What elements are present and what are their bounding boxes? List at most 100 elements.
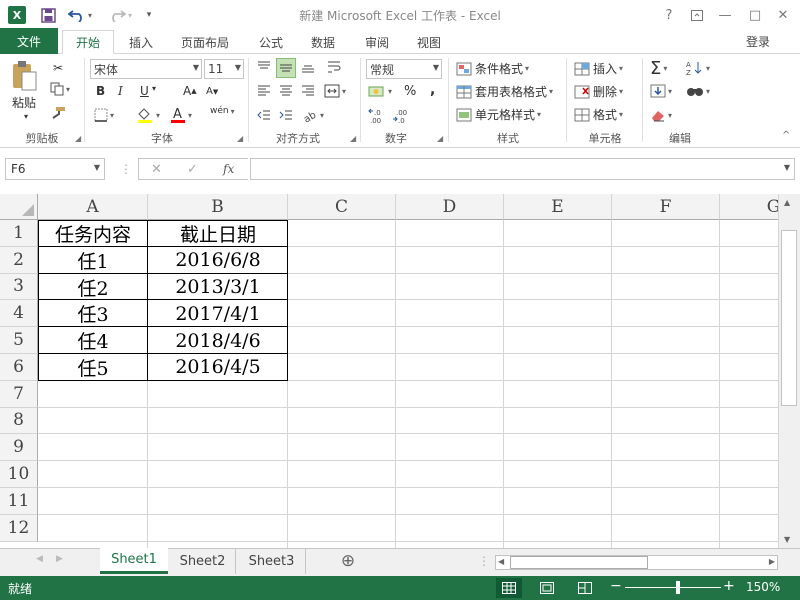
zoom-in-button[interactable]: +: [723, 578, 735, 594]
column-header-g[interactable]: G: [720, 194, 778, 220]
sheet-tab-sheet1[interactable]: Sheet1: [100, 548, 168, 574]
worksheet-grid[interactable]: A B C D E F G 1 2 3 4 5 6 7 8 9 10 11 12 任务内容 截止日期 任1 2016/6/8…: [0, 194, 778, 548]
conditional-formatting-button[interactable]: 条件格式 ▾: [456, 60, 529, 77]
fill-color-icon[interactable]: ▾: [136, 106, 160, 124]
zoom-slider-thumb[interactable]: [676, 581, 680, 594]
minimize-button[interactable]: —: [713, 4, 737, 26]
delete-cells-button[interactable]: 删除 ▾: [574, 83, 623, 100]
paste-icon[interactable]: [10, 60, 42, 92]
save-icon[interactable]: [38, 5, 58, 25]
column-header-b[interactable]: B: [148, 194, 288, 220]
name-box[interactable]: F6 ▼: [5, 158, 105, 180]
ribbon-display-icon[interactable]: [685, 4, 709, 26]
tab-formulas[interactable]: 公式: [250, 31, 292, 53]
clear-icon[interactable]: ▾: [650, 108, 672, 122]
underline-dropdown-icon[interactable]: ▾: [152, 84, 156, 93]
sort-filter-icon[interactable]: A Z ▾: [686, 60, 710, 76]
cell-a2[interactable]: 任1: [38, 247, 148, 274]
comma-button[interactable]: ,: [430, 82, 435, 98]
tab-file[interactable]: 文件: [0, 28, 58, 54]
cell-b6[interactable]: 2016/4/5: [148, 354, 288, 381]
format-cells-button[interactable]: 格式 ▾: [574, 106, 623, 123]
help-button[interactable]: ?: [657, 4, 681, 26]
fill-icon[interactable]: ▾: [650, 84, 672, 98]
name-box-dropdown-icon[interactable]: ▼: [94, 163, 100, 172]
align-top-icon[interactable]: [256, 60, 272, 74]
tab-insert[interactable]: 插入: [120, 31, 162, 53]
grow-font-button[interactable]: A ▲: [183, 84, 197, 98]
login-link[interactable]: 登录: [746, 33, 770, 50]
cell-a5[interactable]: 任4: [38, 327, 148, 354]
row-header-3[interactable]: 3: [0, 273, 38, 301]
border-icon[interactable]: ▾: [94, 108, 114, 122]
scroll-up-icon[interactable]: ▲: [784, 198, 790, 207]
formula-input[interactable]: ▼: [250, 158, 795, 180]
font-name-select[interactable]: 宋体 ▼: [90, 59, 202, 79]
decrease-indent-icon[interactable]: [256, 108, 272, 122]
row-header-8[interactable]: 8: [0, 407, 38, 435]
collapse-ribbon-icon[interactable]: ^: [782, 130, 790, 141]
number-dialog-launcher-icon[interactable]: ◢: [437, 134, 443, 143]
expand-formula-bar-icon[interactable]: ▼: [784, 163, 790, 172]
percent-button[interactable]: %: [404, 84, 416, 99]
column-header-d[interactable]: D: [396, 194, 504, 220]
row-header-5[interactable]: 5: [0, 327, 38, 354]
shrink-font-button[interactable]: A ▼: [206, 86, 218, 97]
align-left-icon[interactable]: [256, 84, 272, 98]
tab-split-grip-icon[interactable]: ⋮: [478, 554, 490, 568]
new-sheet-button[interactable]: ⊕: [336, 548, 360, 574]
row-header-1[interactable]: 1: [0, 220, 38, 247]
font-dialog-launcher-icon[interactable]: ◢: [237, 134, 243, 143]
tab-page-layout[interactable]: 页面布局: [172, 31, 238, 53]
row-header-6[interactable]: 6: [0, 354, 38, 381]
cell-b1[interactable]: 截止日期: [148, 220, 288, 247]
insert-function-button[interactable]: fx: [223, 162, 234, 176]
paste-button[interactable]: 粘贴: [12, 94, 36, 111]
cell-b4[interactable]: 2017/4/1: [148, 300, 288, 327]
row-header-12[interactable]: 12: [0, 514, 38, 542]
cancel-formula-button[interactable]: ✕: [151, 162, 162, 177]
cut-icon[interactable]: ✂: [50, 60, 66, 76]
cell-b5[interactable]: 2018/4/6: [148, 327, 288, 354]
tab-view[interactable]: 视图: [408, 31, 450, 53]
wrap-text-icon[interactable]: [326, 60, 342, 74]
column-header-c[interactable]: C: [288, 194, 396, 220]
font-size-select[interactable]: 11 ▼: [204, 59, 244, 79]
scroll-left-icon[interactable]: ◀: [498, 557, 504, 566]
excel-logo-icon[interactable]: X: [8, 6, 26, 24]
phonetic-button[interactable]: wén ▾: [210, 106, 235, 116]
zoom-out-button[interactable]: −: [610, 578, 622, 594]
close-button[interactable]: ✕: [771, 4, 795, 26]
zoom-slider-track[interactable]: [625, 587, 721, 588]
find-select-icon[interactable]: ▾: [686, 84, 710, 98]
align-right-icon[interactable]: [300, 84, 316, 98]
insert-cells-button[interactable]: 插入 ▾: [574, 60, 623, 77]
autosum-icon[interactable]: Σ ▾: [650, 58, 667, 79]
bold-button[interactable]: B: [96, 84, 105, 98]
horizontal-scroll-thumb[interactable]: [510, 556, 648, 569]
copy-icon[interactable]: ▾: [50, 82, 70, 96]
cell-styles-button[interactable]: 单元格样式 ▾: [456, 106, 541, 123]
align-center-icon[interactable]: [278, 84, 294, 98]
paste-dropdown-icon[interactable]: ▾: [24, 112, 28, 121]
alignment-dialog-launcher-icon[interactable]: ◢: [350, 134, 356, 143]
page-layout-view-icon[interactable]: [534, 578, 560, 598]
redo-icon[interactable]: ▾: [106, 5, 134, 25]
select-all-button[interactable]: [0, 194, 38, 220]
vertical-scroll-thumb[interactable]: [781, 230, 797, 406]
page-break-preview-icon[interactable]: [572, 578, 598, 598]
increase-indent-icon[interactable]: [278, 108, 294, 122]
tab-review[interactable]: 审阅: [356, 31, 398, 53]
tab-home[interactable]: 开始: [62, 30, 114, 54]
clipboard-dialog-launcher-icon[interactable]: ◢: [75, 134, 81, 143]
row-header-9[interactable]: 9: [0, 434, 38, 462]
enter-formula-button[interactable]: ✓: [187, 162, 198, 177]
underline-button[interactable]: U: [140, 84, 149, 98]
row-header-11[interactable]: 11: [0, 488, 38, 515]
font-color-icon[interactable]: A ▾: [170, 106, 192, 124]
align-bottom-icon[interactable]: [300, 60, 316, 74]
cell-b3[interactable]: 2013/3/1: [148, 274, 288, 301]
column-header-a[interactable]: A: [38, 194, 148, 220]
merge-center-icon[interactable]: ▾: [324, 84, 346, 98]
restore-button[interactable]: □: [743, 4, 767, 26]
